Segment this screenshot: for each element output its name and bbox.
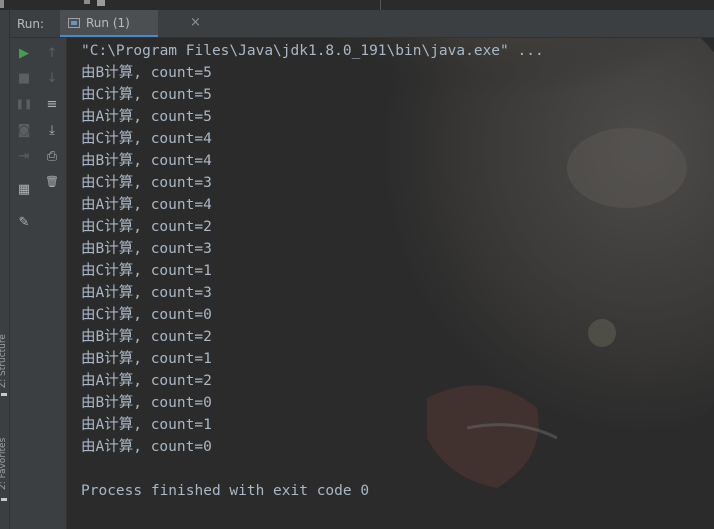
camera-icon[interactable]: ◙ [14, 121, 34, 141]
process-finished-message: Process finished with exit code 0 [81, 483, 370, 499]
trash-icon[interactable]: 🗑 [42, 172, 62, 192]
console-output[interactable]: "C:\Program Files\Java\jdk1.8.0_191\bin\… [67, 38, 714, 529]
console-output-line: 由B计算, count=3 [81, 241, 212, 257]
rerun-icon[interactable]: ▶ [14, 44, 34, 64]
run-toolbar-secondary: ↑ ↓ ≡ ⤓ ⎙ 🗑 [38, 38, 67, 529]
console-output-line: 由C计算, count=2 [81, 219, 212, 235]
left-tool-stripe: Z: Structure 2: Favorites [0, 10, 10, 529]
console-output-line: 由A计算, count=1 [81, 417, 212, 433]
console-output-line: 由B计算, count=0 [81, 395, 212, 411]
run-toolbar-primary: ▶ ■ ❚❚ ◙ ⇥ ▦ ✎ [10, 38, 39, 529]
structure-side-tab[interactable]: Z: Structure [0, 334, 8, 388]
top-strip-mark [0, 0, 4, 8]
console-output-line: 由C计算, count=0 [81, 307, 212, 323]
top-strip-mark [97, 0, 105, 6]
console-tab-icon [68, 18, 80, 28]
tab-close-icon[interactable]: × [190, 15, 201, 30]
exit-icon[interactable]: ⇥ [14, 147, 34, 167]
console-output-line: 由A计算, count=3 [81, 285, 212, 301]
run-tab-label: Run (1) [86, 16, 130, 30]
console-output-line: 由A计算, count=0 [81, 439, 212, 455]
console-output-line: 由B计算, count=5 [81, 65, 212, 81]
top-strip-divider [380, 0, 381, 10]
console-output-line: 由C计算, count=5 [81, 87, 212, 103]
console-output-line: 由A计算, count=5 [81, 109, 212, 125]
layout-icon[interactable]: ▦ [14, 180, 34, 200]
pause-icon[interactable]: ❚❚ [14, 95, 34, 115]
console-output-line: 由B计算, count=2 [81, 329, 212, 345]
scroll-to-end-icon[interactable]: ⤓ [42, 121, 62, 141]
console-output-line: 由C计算, count=4 [81, 131, 212, 147]
print-icon[interactable]: ⎙ [42, 147, 62, 167]
structure-tab-marker [1, 393, 7, 396]
console-output-line: 由A计算, count=2 [81, 373, 212, 389]
run-tab[interactable]: Run (1) × [60, 10, 201, 37]
pin-icon[interactable]: ✎ [14, 213, 34, 233]
top-strip-mark [84, 0, 90, 4]
favorites-side-tab[interactable]: 2: Favorites [0, 438, 8, 490]
arrow-down-icon[interactable]: ↓ [42, 69, 62, 89]
console-output-line: 由C计算, count=1 [81, 263, 212, 279]
arrow-up-icon[interactable]: ↑ [42, 44, 62, 64]
run-panel-header: Run: Run (1) × [10, 10, 714, 38]
console-output-line: 由A计算, count=4 [81, 197, 212, 213]
console-command-line: "C:\Program Files\Java\jdk1.8.0_191\bin\… [81, 43, 544, 59]
console-lines: "C:\Program Files\Java\jdk1.8.0_191\bin\… [81, 40, 544, 502]
console-output-line: 由B计算, count=4 [81, 153, 212, 169]
console-output-line: 由B计算, count=1 [81, 351, 212, 367]
console-output-line: 由C计算, count=3 [81, 175, 212, 191]
favorites-tab-marker [1, 498, 7, 501]
top-strip [0, 0, 714, 10]
stop-icon[interactable]: ■ [14, 69, 34, 89]
soft-wrap-icon[interactable]: ≡ [42, 95, 62, 115]
run-panel-label: Run: [17, 17, 45, 31]
